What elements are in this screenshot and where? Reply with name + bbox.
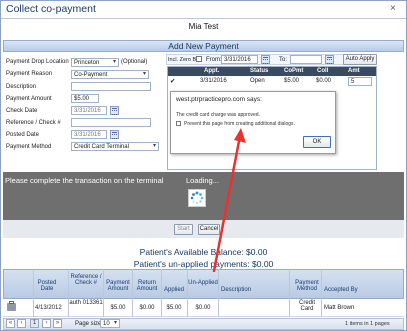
start-button[interactable]: Start: [174, 224, 193, 235]
page-size-label: Page size:: [75, 321, 104, 327]
check-date-label: Check Date: [6, 108, 38, 114]
col-copmt: CoPmt: [284, 68, 304, 74]
grid-divider: [68, 269, 69, 317]
reason-label: Payment Reason: [6, 71, 53, 77]
prevent-dialogs-checkbox[interactable]: [176, 121, 181, 126]
amount-label: Payment Amount: [6, 96, 52, 102]
calendar-icon[interactable]: [261, 55, 270, 64]
col-status: Status: [250, 68, 269, 74]
payment-return: $0.00: [139, 305, 155, 311]
posted-date-label: Posted Date: [6, 132, 40, 138]
unapplied-payments: Patient's un-applied payments: $0.00: [133, 259, 274, 269]
method-label: Payment Method: [6, 144, 52, 150]
auto-apply-button[interactable]: Auto Apply: [343, 54, 377, 65]
grid-col-unapplied: Un-Applied: [188, 280, 218, 286]
description-input[interactable]: [71, 82, 151, 91]
grid-divider: [161, 269, 162, 317]
calendar-icon[interactable]: [110, 106, 119, 115]
description-label: Description: [6, 84, 37, 90]
grid-divider: [321, 269, 322, 317]
grid-col-accepted-by: Accepted By: [324, 287, 358, 293]
appt-coll: $0.00: [316, 78, 332, 84]
loading-spinner-icon: [188, 189, 206, 207]
dialog-site: west.ptrpracticepro.com says:: [176, 96, 262, 103]
appointment-table-header: Appt. Status CoPmt Coll Amt: [168, 67, 376, 76]
payment-method: Credit Card: [298, 300, 315, 312]
annotation-arrow-icon: [212, 128, 246, 272]
appt-date: 3/31/2016: [200, 78, 227, 84]
payment-reference: auth 013361: [69, 300, 103, 306]
dialog-ok-button[interactable]: OK: [303, 136, 331, 148]
page-size-select[interactable]: 10: [100, 319, 120, 328]
payment-posted-date: 4/13/2012: [35, 305, 62, 311]
grid-divider: [132, 269, 133, 317]
appt-status: Open: [250, 78, 265, 84]
reference-input[interactable]: [71, 118, 151, 127]
grid-divider: [103, 269, 104, 317]
calendar-icon[interactable]: [110, 130, 119, 139]
row-checkbox[interactable]: ✔: [170, 77, 175, 85]
calendar-icon[interactable]: [325, 55, 334, 64]
last-page-icon[interactable]: »: [53, 319, 62, 328]
col-appt: Appt.: [204, 68, 220, 74]
print-receipt-icon[interactable]: [7, 301, 16, 311]
col-amt: Amt: [348, 68, 360, 74]
grid-col-method: Payment Method: [295, 280, 319, 292]
grid-divider: [289, 269, 290, 317]
pager-info: 1 items in 1 pages: [345, 321, 390, 327]
grid-col-description: Description: [221, 287, 252, 293]
page-number[interactable]: 1: [30, 319, 39, 328]
drop-location-select[interactable]: Princeton: [71, 58, 119, 67]
from-date-input[interactable]: 3/31/2016: [221, 55, 258, 64]
available-balance: Patient's Available Balance: $0.00: [139, 247, 268, 257]
optional-hint: (Optional): [121, 59, 148, 65]
grid-pager: [3, 318, 404, 330]
amount-input[interactable]: $5.00: [71, 94, 99, 103]
prevent-dialogs-label: Prevent this page from creating addition…: [184, 121, 295, 127]
patient-name: Mia Test: [188, 22, 219, 31]
prev-page-icon[interactable]: ‹: [17, 319, 26, 328]
payment-amount: $5.00: [110, 305, 126, 311]
col-coll: Coll: [317, 68, 329, 74]
to-date-input[interactable]: [290, 55, 322, 64]
grid-col-amount: Payment Amount: [106, 280, 130, 292]
check-date-input[interactable]: 3/31/2016: [71, 106, 107, 115]
dialog-message: The credit card charge was approved.: [176, 112, 260, 118]
appointment-row[interactable]: ✔ 3/31/2016 Open $5.00 $0.00: [168, 77, 376, 86]
grid-divider: [218, 269, 219, 317]
payment-unapplied: $0.00: [195, 305, 211, 311]
appt-amount-input[interactable]: 5: [348, 77, 372, 86]
terminal-message: Please complete the transaction on the t…: [5, 176, 164, 185]
payment-applied: $5.00: [166, 305, 182, 311]
grid-col-posted: Posted Date: [37, 280, 57, 292]
section-title: Add New Payment: [3, 40, 404, 52]
to-label: To:: [279, 57, 288, 63]
posted-date-input[interactable]: 3/31/2016: [71, 130, 107, 139]
grid-col-return: Return Amount: [136, 280, 158, 292]
drop-location-label: Payment Drop Location: [6, 59, 69, 65]
grid-divider: [33, 269, 34, 317]
grid-col-reference: Reference / Check #: [70, 274, 102, 286]
method-select[interactable]: Credit Card Terminal: [71, 142, 159, 151]
payment-accepted-by: Matt Brown: [324, 305, 355, 311]
grid-divider: [187, 269, 188, 317]
incl-zero-checkbox[interactable]: [196, 56, 202, 62]
window-title: Collect co-payment: [6, 3, 96, 15]
from-label: From:: [206, 57, 222, 63]
first-page-icon[interactable]: «: [6, 319, 15, 328]
reference-label: Reference / Check #: [6, 120, 61, 126]
reason-select[interactable]: Co-Payment: [71, 70, 149, 79]
close-icon[interactable]: ×: [390, 3, 396, 14]
grid-col-applied: Applied: [163, 287, 184, 293]
next-page-icon[interactable]: ›: [42, 319, 51, 328]
appt-copmt: $5.00: [284, 78, 300, 84]
